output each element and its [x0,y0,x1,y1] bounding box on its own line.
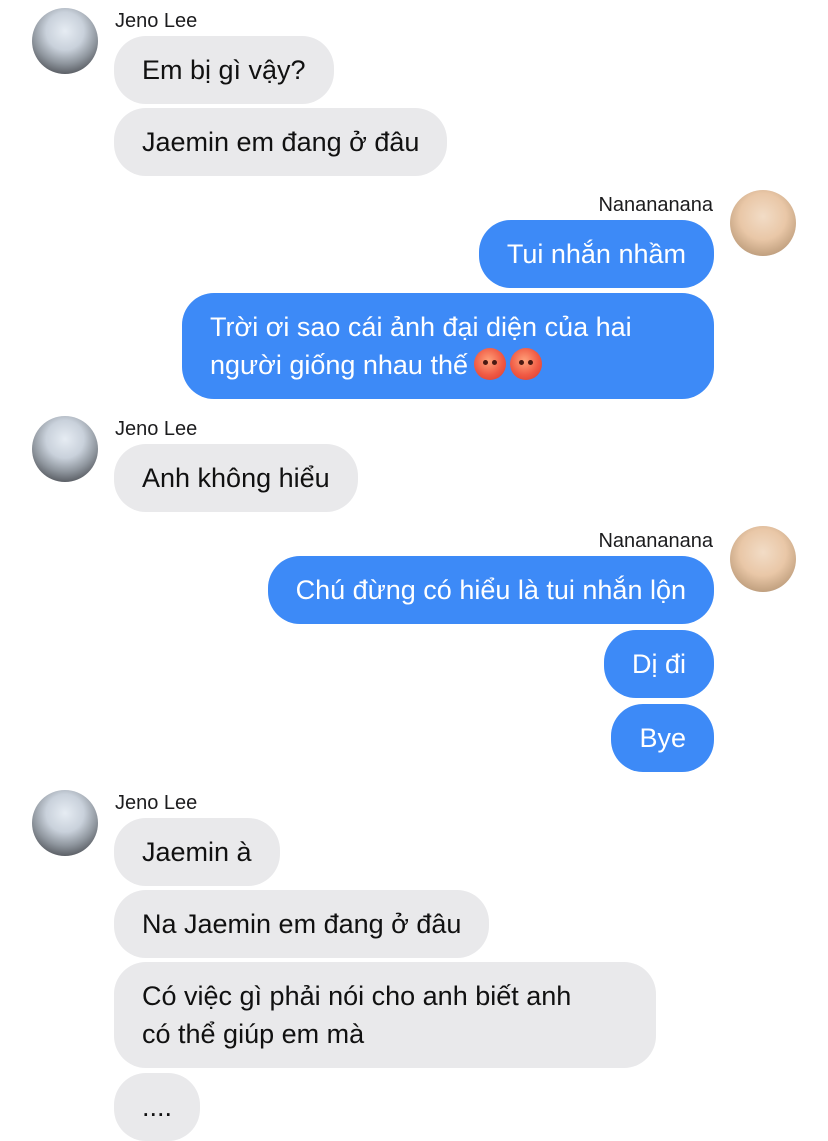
avatar-nana[interactable] [730,190,796,256]
avatar-jeno[interactable] [32,8,98,74]
message-line: Trời ơi sao cái ảnh đại diện của hai [210,312,632,342]
message-bubble[interactable]: Trời ơi sao cái ảnh đại diện của hai ngư… [182,293,714,399]
sender-name-jeno: Jeno Lee [115,418,198,440]
message-bubble[interactable]: Chú đừng có hiểu là tui nhắn lộn [267,556,714,624]
avatar-nana[interactable] [730,526,796,592]
message-bubble[interactable]: Jaemin à [114,818,280,886]
sender-name-jeno: Jeno Lee [115,10,198,32]
message-bubble[interactable]: .... [114,1073,201,1141]
message-bubble[interactable]: Tui nhắn nhầm [478,220,714,288]
message-bubble[interactable]: Anh không hiểu [114,444,358,512]
avatar-jeno[interactable] [32,416,98,482]
sender-name-jeno: Jeno Lee [115,792,198,814]
message-bubble[interactable]: Bye [611,704,714,772]
message-bubble[interactable]: Có việc gì phải nói cho anh biết anh có … [114,962,656,1068]
message-bubble[interactable]: Jaemin em đang ở đâu [114,108,448,176]
avatar-jeno[interactable] [32,790,98,856]
message-bubble[interactable]: Em bị gì vậy? [114,36,334,104]
message-line: người giống nhau thế [210,346,686,384]
sender-name-nana: Nanananana [598,194,713,216]
angry-face-icon [509,348,542,380]
message-bubble[interactable]: Na Jaemin em đang ở đâu [114,890,490,958]
message-bubble[interactable]: Dị đi [603,630,714,698]
message-line: có thể giúp em mà [142,1019,365,1049]
message-line: Có việc gì phải nói cho anh biết anh [142,981,572,1011]
sender-name-nana: Nanananana [598,530,713,552]
angry-face-icon [473,348,506,380]
